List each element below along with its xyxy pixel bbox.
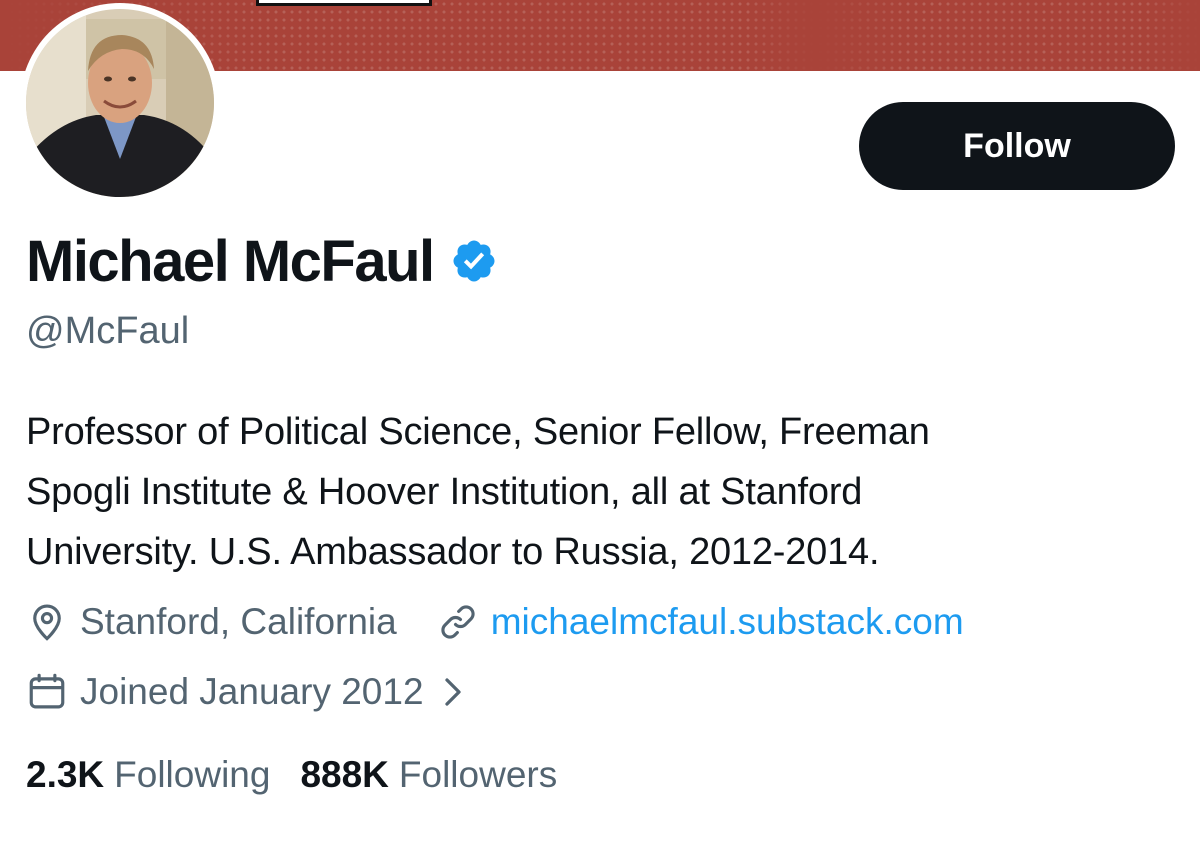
profile-bio: Professor of Political Science, Senior F… bbox=[26, 402, 1146, 582]
link-icon bbox=[437, 601, 479, 643]
location-text: Stanford, California bbox=[80, 601, 397, 642]
website-link[interactable]: michaelmcfaul.substack.com bbox=[437, 601, 964, 643]
profile-avatar[interactable] bbox=[20, 3, 220, 203]
follow-stats: 2.3K Following 888K Followers bbox=[26, 750, 587, 800]
chevron-right-icon[interactable] bbox=[438, 674, 468, 710]
display-name: Michael McFaul bbox=[26, 228, 435, 294]
calendar-icon bbox=[26, 671, 68, 713]
followers-label: Followers bbox=[398, 754, 558, 795]
name-row: Michael McFaul bbox=[26, 226, 498, 296]
followers-stat[interactable]: 888K Followers bbox=[300, 754, 557, 796]
following-label: Following bbox=[114, 754, 271, 795]
joined-row[interactable]: Joined January 2012 bbox=[26, 667, 468, 717]
website-url[interactable]: michaelmcfaul.substack.com bbox=[491, 601, 964, 643]
username-handle: @McFaul bbox=[26, 310, 190, 352]
bio-line: University. U.S. Ambassador to Russia, 2… bbox=[26, 531, 880, 573]
bio-line: Spogli Institute & Hoover Institution, a… bbox=[26, 471, 863, 513]
followers-count: 888K bbox=[300, 754, 389, 795]
verified-badge-icon[interactable] bbox=[450, 237, 498, 285]
following-count: 2.3K bbox=[26, 754, 105, 795]
bio-line: Professor of Political Science, Senior F… bbox=[26, 411, 930, 453]
avatar-photo bbox=[26, 9, 214, 197]
profile-meta-row: Stanford, California michaelmcfaul.subst… bbox=[26, 597, 964, 647]
following-stat[interactable]: 2.3K Following bbox=[26, 754, 270, 796]
location-pin-icon bbox=[26, 601, 68, 643]
joined-date: Joined January 2012 bbox=[80, 671, 424, 712]
banner-graphic bbox=[256, 0, 432, 6]
follow-button[interactable]: Follow bbox=[859, 102, 1175, 190]
